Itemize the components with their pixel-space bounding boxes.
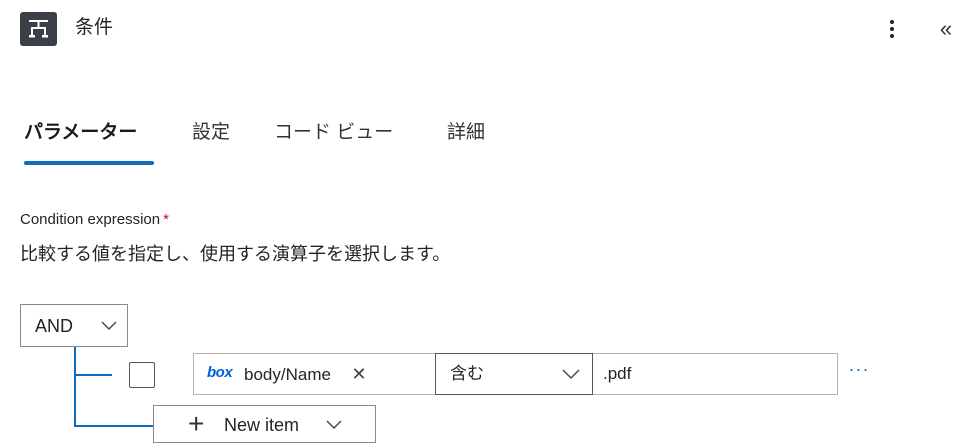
group-operator-dropdown[interactable]: AND — [20, 304, 128, 347]
chevron-down-icon — [326, 420, 342, 429]
active-tab-indicator — [24, 161, 154, 165]
right-operand-input[interactable]: .pdf — [594, 354, 837, 394]
tree-connector-new-item — [74, 425, 153, 427]
double-chevron-left-icon: « — [939, 16, 953, 41]
tree-connector-row — [74, 374, 112, 376]
tab-settings[interactable]: 設定 — [192, 120, 230, 146]
row-more-options-icon[interactable]: ··· — [846, 360, 872, 384]
right-operand-value: .pdf — [603, 364, 632, 383]
collapse-panel-button[interactable]: « — [928, 12, 964, 46]
group-operator-value: AND — [35, 316, 74, 336]
box-logo-icon: box — [207, 364, 233, 381]
more-options-button[interactable] — [877, 12, 907, 46]
tab-parameters[interactable]: パラメーター — [24, 120, 137, 146]
more-vertical-icon — [890, 20, 894, 38]
condition-expression-label: Condition expression * — [20, 210, 169, 230]
operator-dropdown[interactable]: 含む — [435, 353, 593, 395]
tab-code-view[interactable]: コード ビュー — [274, 120, 393, 146]
condition-description: 比較する値を指定し、使用する演算子を選択します。 — [20, 244, 451, 264]
remove-token-icon[interactable]: ✕ — [350, 364, 368, 384]
operator-value: 含む — [450, 364, 484, 383]
condition-app-icon — [20, 12, 57, 46]
new-item-label: New item — [224, 415, 300, 435]
chevron-down-icon — [562, 369, 580, 379]
condition-icon — [29, 20, 48, 38]
tab-details[interactable]: 詳細 — [447, 120, 485, 146]
dynamic-content-token: body/Name — [244, 365, 331, 384]
field-label-text: Condition expression — [20, 211, 161, 228]
row-select-checkbox[interactable] — [129, 362, 155, 388]
new-item-button[interactable]: + New item — [153, 405, 376, 443]
required-marker: * — [163, 211, 169, 228]
chevron-down-icon — [101, 321, 117, 330]
plus-icon: + — [188, 408, 205, 439]
tree-connector-vertical — [74, 347, 76, 427]
panel-title: 条件 — [75, 17, 114, 38]
